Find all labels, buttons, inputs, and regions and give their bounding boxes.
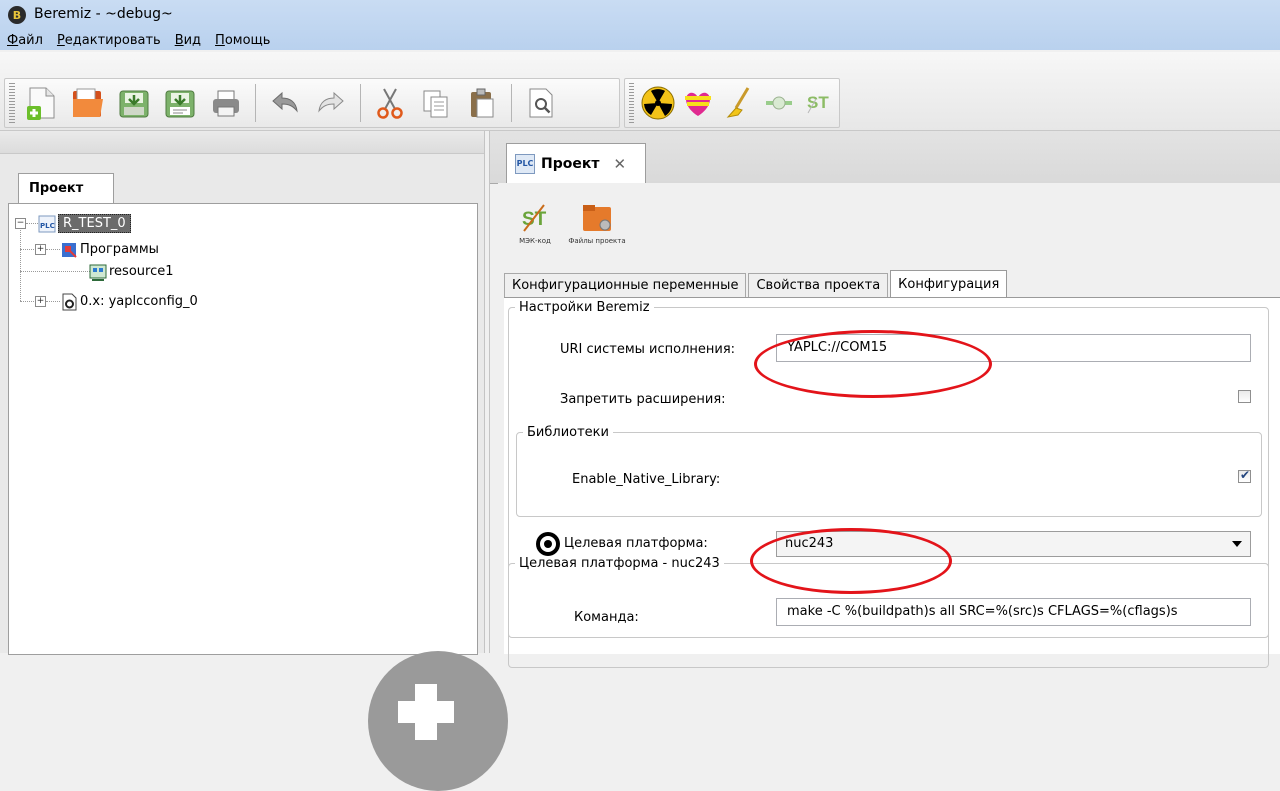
collapse-icon[interactable]: −: [15, 217, 26, 229]
paste-icon[interactable]: [462, 83, 502, 123]
app-logo-icon: B: [8, 6, 26, 24]
disable-extensions-checkbox[interactable]: [1238, 390, 1251, 403]
tree-node-config[interactable]: + 0.x: yaplcconfig_0: [35, 290, 198, 312]
menu-view[interactable]: Вид: [168, 31, 208, 51]
project-tree-panel: Проект − PLC R_TEST_0 + Программы resour…: [0, 131, 508, 791]
tree-node-resource[interactable]: resource1: [89, 260, 174, 282]
new-file-icon[interactable]: [22, 83, 62, 123]
tree-label-resource[interactable]: resource1: [109, 264, 174, 279]
tree-connector: [46, 300, 60, 302]
project-files-label: Файлы проекта: [568, 237, 626, 245]
menu-edit[interactable]: Редактировать: [50, 31, 168, 51]
save-as-icon[interactable]: [160, 83, 200, 123]
libraries-group: Библиотеки: [516, 425, 1262, 517]
tree-label-config[interactable]: 0.x: yaplcconfig_0: [80, 294, 198, 309]
main-toolbar-group: [4, 78, 620, 128]
tree-connector: [26, 222, 38, 224]
st-code-icon[interactable]: ST: [802, 83, 836, 123]
cut-icon[interactable]: [370, 83, 410, 123]
project-files-button[interactable]: Файлы проекта: [568, 203, 626, 253]
native-library-label: Enable_Native_Library:: [572, 472, 721, 487]
transfer-icon[interactable]: [762, 83, 796, 123]
programs-icon: [60, 241, 77, 258]
tree-connector: [20, 271, 90, 272]
redo-icon[interactable]: [311, 83, 351, 123]
command-label: Команда:: [574, 610, 639, 625]
beremiz-settings-legend: Настройки Beremiz: [519, 300, 650, 315]
open-folder-icon[interactable]: [68, 83, 108, 123]
toolbar-grip[interactable]: [629, 83, 635, 123]
clean-icon[interactable]: [721, 83, 755, 123]
disable-extensions-label: Запретить расширения:: [560, 392, 726, 407]
menu-help[interactable]: Помощь: [208, 31, 277, 51]
tree-node-programs[interactable]: + Программы: [35, 238, 159, 260]
plc-icon: PLC: [38, 215, 56, 233]
tab-project[interactable]: Проект: [18, 173, 114, 203]
tree-label-programs[interactable]: Программы: [80, 242, 159, 257]
tab-label: Проект: [541, 155, 600, 172]
svg-text:PLC: PLC: [40, 222, 55, 230]
chevron-down-icon[interactable]: [1232, 541, 1242, 547]
highlight-ellipse-uri: [754, 330, 992, 398]
toolbar: ST: [0, 52, 1280, 131]
iec-code-button[interactable]: ST МЭК-код: [506, 203, 564, 253]
tab-configuration[interactable]: Конфигурация: [890, 270, 1008, 298]
uri-label: URI системы исполнения:: [560, 342, 736, 357]
toolbar-separator: [255, 84, 256, 122]
checkmark-icon: ✔: [1240, 468, 1251, 482]
iec-code-icon: ST: [522, 204, 547, 232]
target-platform-label: Целевая платформа:: [564, 536, 708, 551]
find-icon[interactable]: [521, 83, 561, 123]
build-icon[interactable]: [681, 83, 715, 123]
project-tree: − PLC R_TEST_0 + Программы resource1 + 0…: [8, 203, 478, 655]
window-title: Beremiz - ~debug~: [34, 6, 173, 22]
title-bar: B Beremiz - ~debug~ Файл Редактировать В…: [0, 0, 1280, 50]
native-library-checkbox[interactable]: ✔: [1238, 468, 1251, 483]
toolbar-separator: [360, 84, 361, 122]
save-icon[interactable]: [114, 83, 154, 123]
command-input[interactable]: make -C %(buildpath)s all SRC=%(src)s CF…: [776, 598, 1251, 626]
copy-icon[interactable]: [416, 83, 456, 123]
radiation-icon[interactable]: [641, 83, 675, 123]
panel-header: [0, 131, 484, 154]
iec-code-label: МЭК-код: [519, 237, 551, 245]
tab-project-document[interactable]: PLC Проект ✕: [506, 143, 646, 183]
add-overlay-icon[interactable]: [368, 651, 508, 791]
tab-project-properties[interactable]: Свойства проекта: [748, 273, 889, 297]
menu-file[interactable]: Файл: [0, 31, 50, 51]
resource-icon: [89, 263, 107, 281]
tree-node-root[interactable]: − PLC R_TEST_0: [15, 212, 131, 234]
print-icon[interactable]: [206, 83, 246, 123]
toolbar-grip[interactable]: [9, 83, 15, 123]
config-icon: [60, 293, 77, 311]
expand-icon[interactable]: +: [35, 295, 46, 307]
target-icon: [536, 532, 560, 556]
project-files-icon: [583, 205, 611, 231]
libraries-legend: Библиотеки: [527, 425, 609, 440]
target-platform-legend: Целевая платформа - nuc243: [519, 556, 720, 571]
toolbar-separator: [511, 84, 512, 122]
expand-icon[interactable]: +: [35, 243, 46, 255]
close-icon[interactable]: ✕: [613, 155, 626, 173]
undo-icon[interactable]: [265, 83, 305, 123]
svg-text:ST: ST: [522, 209, 547, 230]
tree-connector: [46, 248, 60, 250]
menu-bar: Файл Редактировать Вид Помощь: [0, 31, 277, 51]
config-tabs: Конфигурационные переменные Свойства про…: [504, 270, 1009, 298]
plc-icon: PLC: [515, 153, 535, 174]
build-toolbar-group: ST: [624, 78, 840, 128]
tree-connector: [20, 227, 21, 301]
tab-config-variables[interactable]: Конфигурационные переменные: [504, 273, 747, 297]
document-tabs: PLC Проект ✕: [490, 131, 1280, 184]
tree-label-root[interactable]: R_TEST_0: [58, 213, 131, 233]
highlight-ellipse-target: [750, 528, 952, 594]
